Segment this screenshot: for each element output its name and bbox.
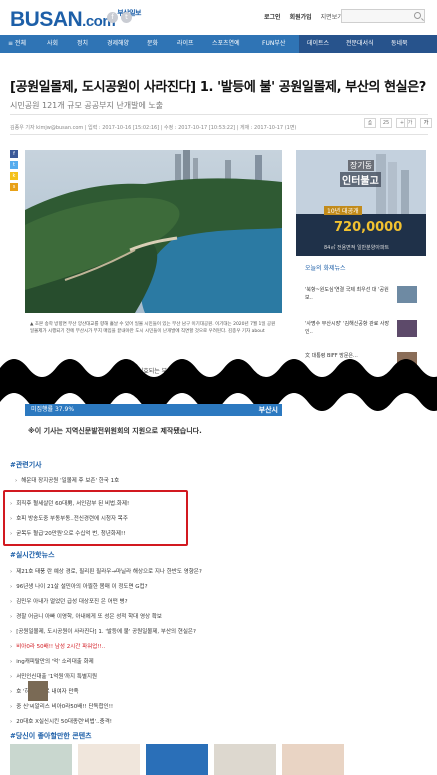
article-tools: ⎙ 25 + [364, 118, 408, 128]
news-link[interactable]: [공원일몰제, 도시공원이 사라진다] 1. '발등에 불' 공원일몰제, 부산… [10, 627, 196, 635]
nav-right-group: 데이트스 전문대서식 동네북 [299, 35, 437, 53]
nav-item-sports[interactable]: 스포츠연예 [212, 35, 240, 53]
photo-caption: ▲ 초본 송학 방향면 부산 양산대교를 향해 흘날 수 있어 일몰 시민들이 … [30, 322, 276, 334]
related-article-link[interactable]: 해운대 장지공원 '일몰제 후 보존' 한국 1호 [15, 476, 119, 484]
top-links: 로그인 회원가입 지면보기 [264, 12, 343, 21]
promo-link[interactable]: 굳목두 혈급'20만원'으로 수십억 번, 청년화제!! [10, 529, 125, 537]
sidebar-item[interactable]: '사명수 부산시장' '김해신공항 관료 사장인.. [305, 320, 395, 336]
login-link[interactable]: 로그인 [264, 12, 281, 21]
twitter-icon[interactable]: t [121, 12, 132, 23]
nav-item-politics[interactable]: 정치 [77, 35, 88, 53]
ad-title-2: 인터불고 [340, 172, 381, 187]
font-small-button[interactable]: 가 [404, 118, 416, 128]
related-title: #관련기사 [10, 461, 42, 469]
nav-item-local[interactable]: 동네북 [391, 35, 408, 53]
nav-item-all[interactable]: ≡ 전체 [8, 35, 26, 53]
font-tools: 가 가 [404, 118, 432, 128]
recommend-thumb[interactable] [146, 744, 208, 775]
news-link[interactable]: 제21호 태풍 란 예상 경로, 필리핀 필라우→마닐라 해상으로 지나 한반도… [10, 567, 202, 575]
news-link[interactable]: 비아0라 50배!! 남성 2시간 파워업!!.. [10, 642, 105, 650]
side-advertisement[interactable]: 장기동 인터불고 10년 대공개 720,0000 84㎡ 전용면적 일반분양아… [296, 150, 426, 256]
nav-item-data[interactable]: 데이트스 [307, 35, 329, 53]
sidebar-thumb[interactable] [397, 286, 417, 303]
sidebar-item[interactable]: '북항~원도심'연결 국제 최우선 대 '공원보.. [305, 286, 395, 302]
nav-item-economy[interactable]: 경제해양 [107, 35, 129, 53]
infographic-banner: 미집행률 37.9% 부산시 [25, 404, 282, 416]
realtime-title: #실시간핫뉴스 [10, 551, 55, 559]
article-footnote: ※이 기사는 지역신문발전위원회의 지원으로 제작됐습니다. [28, 427, 202, 435]
news-link[interactable]: 20대호 X실신시킨 50대종련'비법'..충격! [10, 717, 112, 725]
ad-price: 720,0000 [334, 220, 403, 235]
recommend-thumb[interactable] [10, 744, 72, 775]
twitter-share-icon[interactable]: t [10, 161, 18, 169]
font-large-button[interactable]: 가 [420, 118, 432, 128]
promo-link[interactable]: 호피 방송도중 부동부동..전신경련에 시청자 목주 [10, 514, 128, 522]
promo-link[interactable]: 회직후 혈세살던 60대男, 서인감부 된 비법.화제! [10, 499, 129, 507]
epaper-link[interactable]: 지면보기 [321, 12, 343, 21]
recommend-thumb[interactable] [282, 744, 344, 775]
kakao-share-icon[interactable]: k [10, 172, 18, 180]
news-link[interactable]: 중 신'씨알리스 비아0라50배!! 단독합인!! [10, 702, 113, 710]
news-link[interactable]: 96년생 나이 21살 설민아의 아찔한 몸매 이 정도면 G컵? [10, 582, 147, 590]
news-link[interactable]: 서민인신대출 '1억원'까지 특별지원 [10, 672, 97, 680]
search-input[interactable] [341, 9, 425, 23]
sidebar-title: 오늘의 화제뉴스 [305, 265, 346, 272]
floating-ad-image[interactable] [28, 681, 48, 701]
article-photo [25, 150, 282, 313]
nav-item-society[interactable]: 사회 [47, 35, 58, 53]
article-subtitle: 시민공원 121개 규모 공공부지 난개발에 노출 [10, 101, 164, 110]
main-nav: ≡ 전체 사회 정치 경제해양 문화 라이프 스포츠연예 FUN부산 데이트스 … [0, 35, 437, 53]
ad-footer: 84㎡ 전용면적 일반분양아파트 [324, 245, 390, 251]
article-title: [공원일몰제, 도시공원이 사라진다] 1. '발등에 불' 공원일몰제, 부산… [10, 80, 426, 95]
print-button[interactable]: ⎙ [364, 118, 376, 128]
recommend-title: #당신이 좋아할만한 콘텐츠 [10, 732, 92, 740]
recommend-thumb[interactable] [214, 744, 276, 775]
divider [10, 134, 428, 135]
search-icon[interactable] [414, 12, 421, 19]
ad-title-1: 장기동 [348, 160, 375, 171]
news-link[interactable]: 경찰 어금니 아빠 이영학, 아내에게 또 성은 성적 학대 영상 확보 [10, 612, 162, 620]
nav-item-life[interactable]: 라이프 [177, 35, 194, 53]
divider [10, 114, 428, 115]
nav-item-fun[interactable]: FUN부산 [262, 35, 285, 53]
comment-count-button[interactable]: 25 [380, 118, 392, 128]
nav-item-expert[interactable]: 전문대서식 [346, 35, 374, 53]
facebook-icon[interactable]: f [107, 12, 118, 23]
recommend-thumb[interactable] [78, 744, 140, 775]
news-link[interactable]: ing캐피탈만의 '억' 소리대출 화제 [10, 657, 94, 665]
sidebar-thumb[interactable] [397, 320, 417, 337]
kakaostory-share-icon[interactable]: s [10, 183, 18, 191]
article-meta: 김종우 기자 kimjw@busan.com | 입력 : 2017-10-16… [10, 125, 297, 131]
facebook-share-icon[interactable]: f [10, 150, 18, 158]
ad-tag: 10년 대공개 [324, 206, 362, 215]
nav-item-culture[interactable]: 문화 [147, 35, 158, 53]
news-link[interactable]: 김민우 아내가 얼었던 급성 대상포진 은 어떤 병? [10, 597, 127, 605]
signup-link[interactable]: 회원가입 [290, 12, 312, 21]
torn-edge-overlay [0, 359, 437, 411]
